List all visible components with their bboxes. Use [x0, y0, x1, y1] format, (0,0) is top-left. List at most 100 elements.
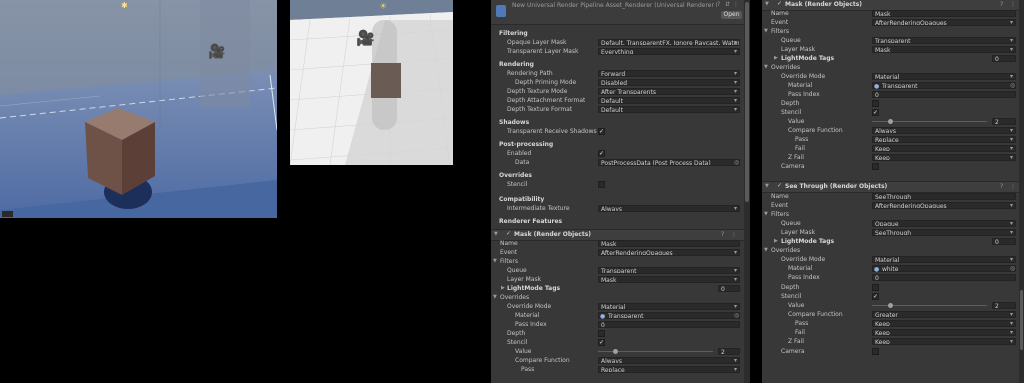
transparent-layer-mask-dropdown[interactable]: Everything [598, 48, 740, 55]
lightmode-tags-label[interactable]: LightMode Tags [507, 284, 560, 293]
intermediate-texture-dropdown[interactable]: Always [598, 205, 740, 212]
compare-function-dropdown[interactable]: Greater [872, 311, 1016, 318]
override-mode-dropdown[interactable]: Material [598, 303, 740, 310]
foldout-arrow-icon[interactable]: ▼ [764, 27, 768, 36]
help-icon[interactable]: ? [721, 231, 724, 238]
compare-function-dropdown[interactable]: Always [872, 127, 1016, 134]
fail-op-dropdown[interactable]: Keep [872, 329, 1016, 336]
overrides-foldout[interactable]: Overrides [500, 293, 529, 302]
pass-index-input[interactable]: 0 [872, 91, 1016, 98]
depth-texture-format-dropdown[interactable]: Default [598, 106, 740, 113]
scene-gizmo-icon[interactable] [2, 211, 13, 217]
stencil-checkbox[interactable]: ✓ [872, 293, 879, 300]
foldout-arrow-icon[interactable]: ▶ [774, 54, 778, 63]
scene-view-right[interactable]: 🎥 ☀ [290, 0, 453, 165]
feature-name-input[interactable]: Mask [872, 10, 1016, 17]
lightmode-tags-label[interactable]: LightMode Tags [781, 237, 834, 246]
foldout-arrow-icon[interactable]: ▼ [764, 210, 768, 219]
lightmode-tags-label[interactable]: LightMode Tags [781, 54, 834, 63]
object-picker-icon[interactable]: ◎ [734, 311, 739, 320]
transparent-receive-shadows-checkbox[interactable]: ✓ [598, 128, 605, 135]
pass-index-input[interactable]: 0 [872, 274, 1016, 281]
layer-mask-dropdown[interactable]: SeeThrough [872, 229, 1016, 236]
lightmode-tags-count[interactable]: 0 [992, 238, 1016, 245]
depth-texture-mode-dropdown[interactable]: After Transparents [598, 88, 740, 95]
pass-index-input[interactable]: 0 [598, 321, 740, 328]
depth-priming-dropdown[interactable]: Disabled [598, 79, 740, 86]
pass-op-dropdown[interactable]: Replace [598, 366, 740, 373]
foldout-arrow-icon[interactable]: ▶ [501, 284, 505, 293]
scrollbar[interactable] [1019, 0, 1024, 383]
layer-mask-dropdown[interactable]: Mask [872, 46, 1016, 53]
depth-attachment-dropdown[interactable]: Default [598, 97, 740, 104]
feature-event-dropdown[interactable]: AfterRenderingOpaques [872, 19, 1016, 26]
foldout-arrow-icon[interactable]: ▼ [764, 246, 768, 255]
depth-checkbox[interactable] [598, 330, 605, 337]
foldout-arrow-icon[interactable]: ▼ [494, 231, 498, 237]
scrollbar-thumb[interactable] [745, 2, 749, 202]
lightmode-tags-count[interactable]: 0 [718, 285, 740, 292]
filters-foldout[interactable]: Filters [771, 210, 789, 219]
settings-icon[interactable]: ⇵ [725, 1, 730, 8]
zfail-op-dropdown[interactable]: Keep [872, 154, 1016, 161]
queue-dropdown[interactable]: Transparent [598, 267, 740, 274]
feature-name-input[interactable]: SeeThrough [872, 193, 1016, 200]
material-object-field[interactable]: Transparent [598, 312, 740, 319]
feature-enabled-check[interactable]: ✓ [777, 0, 782, 7]
opaque-layer-mask-dropdown[interactable]: Default, TransparentFX, Ignore Raycast, … [598, 39, 740, 46]
camera-checkbox[interactable] [872, 348, 879, 355]
slider-handle[interactable] [613, 349, 618, 354]
help-icon[interactable]: ? [1000, 1, 1003, 8]
stencil-checkbox[interactable]: ✓ [598, 339, 605, 346]
help-icon[interactable]: ? [717, 1, 720, 8]
depth-checkbox[interactable] [872, 100, 879, 107]
foldout-arrow-icon[interactable]: ▼ [765, 183, 769, 189]
feature-enabled-check[interactable]: ✓ [506, 230, 511, 237]
foldout-arrow-icon[interactable]: ▶ [774, 237, 778, 246]
pass-op-dropdown[interactable]: Keep [872, 320, 1016, 327]
foldout-arrow-icon[interactable]: ▼ [765, 1, 769, 7]
stencil-value-input[interactable]: 2 [992, 302, 1016, 309]
slider-handle[interactable] [888, 119, 893, 124]
scrollbar[interactable] [744, 0, 750, 383]
scene-view-left[interactable]: 🎥 ✱ [0, 0, 277, 218]
material-object-field[interactable]: Transparent [872, 82, 1016, 89]
override-mode-dropdown[interactable]: Material [872, 73, 1016, 80]
feature-event-dropdown[interactable]: AfterRenderingOpaques [872, 202, 1016, 209]
menu-icon[interactable]: ⋮ [1010, 1, 1016, 8]
override-mode-dropdown[interactable]: Material [872, 256, 1016, 263]
depth-checkbox[interactable] [872, 284, 879, 291]
object-picker-icon[interactable]: ◎ [734, 158, 739, 167]
menu-icon[interactable]: ⋮ [731, 231, 737, 238]
pp-enabled-checkbox[interactable]: ✓ [598, 150, 605, 157]
pass-op-dropdown[interactable]: Replace [872, 136, 1016, 143]
scrollbar-thumb[interactable] [1020, 290, 1023, 350]
lightmode-tags-count[interactable]: 0 [992, 55, 1016, 62]
slider-handle[interactable] [888, 303, 893, 308]
queue-dropdown[interactable]: Transparent [872, 37, 1016, 44]
open-button[interactable]: Open [721, 11, 742, 19]
layer-mask-dropdown[interactable]: Mask [598, 276, 740, 283]
overrides-foldout[interactable]: Overrides [771, 63, 800, 72]
queue-dropdown[interactable]: Opaque [872, 220, 1016, 227]
zfail-op-dropdown[interactable]: Keep [872, 338, 1016, 345]
fail-op-dropdown[interactable]: Keep [872, 145, 1016, 152]
feature-enabled-check[interactable]: ✓ [777, 182, 782, 189]
foldout-arrow-icon[interactable]: ▼ [764, 63, 768, 72]
stencil-checkbox[interactable]: ✓ [872, 109, 879, 116]
menu-icon[interactable]: ⋮ [1010, 183, 1016, 190]
object-picker-icon[interactable]: ◎ [1010, 81, 1015, 90]
overrides-stencil-checkbox[interactable] [598, 181, 605, 188]
compare-function-dropdown[interactable]: Always [598, 357, 740, 364]
rendering-path-dropdown[interactable]: Forward [598, 70, 740, 77]
camera-checkbox[interactable] [872, 163, 879, 170]
object-picker-icon[interactable]: ◎ [1010, 264, 1015, 273]
foldout-arrow-icon[interactable]: ▼ [493, 257, 497, 266]
pp-data-object-field[interactable]: PostProcessData (Post Process Data) [598, 159, 740, 166]
overrides-foldout[interactable]: Overrides [771, 246, 800, 255]
filters-foldout[interactable]: Filters [771, 27, 789, 36]
feature-name-input[interactable]: Mask [598, 240, 740, 247]
stencil-value-input[interactable]: 2 [992, 118, 1016, 125]
filters-foldout[interactable]: Filters [500, 257, 518, 266]
stencil-value-input[interactable]: 2 [718, 348, 740, 355]
